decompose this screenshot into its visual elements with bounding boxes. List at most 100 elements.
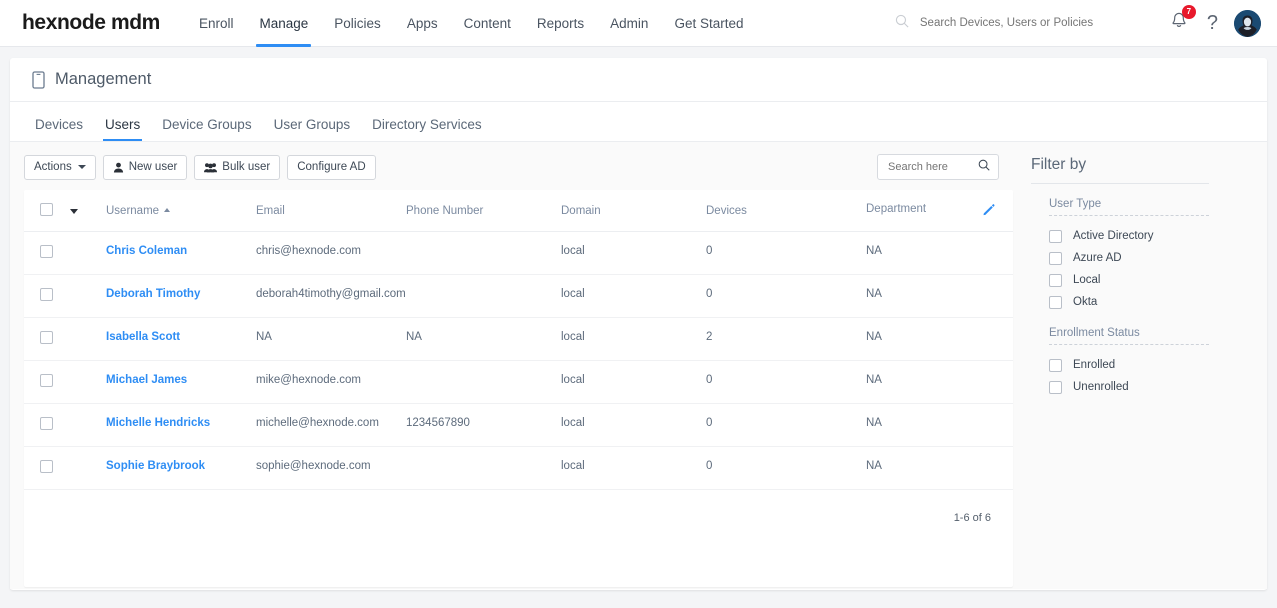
table-row[interactable]: Michael Jamesmike@hexnode.comlocal0NA <box>24 361 1013 404</box>
main-nav: EnrollManagePoliciesAppsContentReportsAd… <box>186 0 757 47</box>
filter-checkbox[interactable] <box>1049 230 1062 243</box>
devices-text: 0 <box>706 288 712 300</box>
table-search-input[interactable] <box>886 160 978 174</box>
table-row[interactable]: Isabella ScottNANAlocal2NA <box>24 318 1013 361</box>
row-checkbox[interactable] <box>40 288 53 301</box>
new-user-button-label: New user <box>129 161 178 173</box>
filter-checkbox[interactable] <box>1049 252 1062 265</box>
row-checkbox[interactable] <box>40 245 53 258</box>
filter-option-unenrolled[interactable]: Unenrolled <box>1031 376 1267 398</box>
filter-option-active-directory[interactable]: Active Directory <box>1031 225 1267 247</box>
column-header-domain[interactable]: Domain <box>561 190 706 232</box>
filter-option-azure-ad[interactable]: Azure AD <box>1031 247 1267 269</box>
nav-item-content[interactable]: Content <box>451 0 524 47</box>
configure-ad-button[interactable]: Configure AD <box>287 155 375 180</box>
table-row[interactable]: Deborah Timothydeborah4timothy@gmail.com… <box>24 275 1013 318</box>
nav-item-enroll[interactable]: Enroll <box>186 0 247 47</box>
username-text[interactable]: Sophie Braybrook <box>106 460 205 472</box>
column-label: Domain <box>561 205 601 217</box>
filter-group-label: User Type <box>1031 198 1267 210</box>
nav-item-policies[interactable]: Policies <box>321 0 394 47</box>
username-text[interactable]: Michelle Hendricks <box>106 417 210 429</box>
users-table: Username Email Phone Number Domain <box>24 190 1013 490</box>
brand-logo[interactable]: hexnode mdm <box>22 11 160 35</box>
avatar[interactable] <box>1234 10 1261 37</box>
filter-panel: Filter by User TypeActive DirectoryAzure… <box>1013 142 1267 589</box>
row-select-cell <box>24 361 70 404</box>
cell-username[interactable]: Michelle Hendricks <box>106 404 256 447</box>
filter-checkbox[interactable] <box>1049 359 1062 372</box>
column-header-phone[interactable]: Phone Number <box>406 190 561 232</box>
row-checkbox[interactable] <box>40 460 53 473</box>
cell-username[interactable]: Michael James <box>106 361 256 404</box>
filter-option-enrolled[interactable]: Enrolled <box>1031 354 1267 376</box>
column-header-devices[interactable]: Devices <box>706 190 866 232</box>
row-select-cell <box>24 232 70 275</box>
pencil-edit-icon[interactable] <box>982 203 995 219</box>
cell-phone <box>406 232 561 275</box>
bulk-user-button[interactable]: Bulk user <box>194 155 280 180</box>
chevron-down-icon[interactable] <box>70 209 78 214</box>
tab-directory-services[interactable]: Directory Services <box>361 117 493 141</box>
department-text: NA <box>866 245 882 257</box>
column-label: Phone Number <box>406 205 483 217</box>
username-text[interactable]: Chris Coleman <box>106 245 187 257</box>
users-table-head: Username Email Phone Number Domain <box>24 190 1013 232</box>
username-text[interactable]: Michael James <box>106 374 187 386</box>
nav-item-reports[interactable]: Reports <box>524 0 597 47</box>
cell-department: NA <box>866 361 1013 404</box>
global-search-input[interactable] <box>918 16 1125 30</box>
table-header-row: Username Email Phone Number Domain <box>24 190 1013 232</box>
search-icon[interactable] <box>978 158 990 176</box>
table-toolbar: Actions New user Bulk user Confi <box>24 154 1013 180</box>
filter-checkbox[interactable] <box>1049 274 1062 287</box>
tab-user-groups[interactable]: User Groups <box>263 117 362 141</box>
cell-username[interactable]: Chris Coleman <box>106 232 256 275</box>
notifications-button[interactable]: 7 <box>1169 11 1189 36</box>
column-header-email[interactable]: Email <box>256 190 406 232</box>
table-search[interactable] <box>877 154 999 180</box>
help-icon[interactable]: ? <box>1207 13 1218 33</box>
table-row[interactable]: Chris Colemanchris@hexnode.comlocal0NA <box>24 232 1013 275</box>
cell-domain: local <box>561 404 706 447</box>
filter-option-local[interactable]: Local <box>1031 269 1267 291</box>
new-user-button[interactable]: New user <box>103 155 188 180</box>
nav-item-admin[interactable]: Admin <box>597 0 661 47</box>
table-row[interactable]: Michelle Hendricksmichelle@hexnode.com12… <box>24 404 1013 447</box>
row-checkbox[interactable] <box>40 374 53 387</box>
global-search[interactable] <box>895 14 1125 33</box>
select-all-checkbox[interactable] <box>40 203 53 216</box>
filter-checkbox[interactable] <box>1049 381 1062 394</box>
column-label: Username <box>106 205 159 217</box>
cell-username[interactable]: Sophie Braybrook <box>106 447 256 490</box>
filter-checkbox[interactable] <box>1049 296 1062 309</box>
nav-item-manage[interactable]: Manage <box>246 0 321 47</box>
tab-users[interactable]: Users <box>94 117 151 141</box>
select-all-header <box>24 190 70 232</box>
cell-username[interactable]: Deborah Timothy <box>106 275 256 318</box>
actions-button[interactable]: Actions <box>24 155 96 180</box>
cell-department: NA <box>866 447 1013 490</box>
username-text[interactable]: Deborah Timothy <box>106 288 200 300</box>
table-row[interactable]: Sophie Braybrooksophie@hexnode.comlocal0… <box>24 447 1013 490</box>
cell-username[interactable]: Isabella Scott <box>106 318 256 361</box>
username-text[interactable]: Isabella Scott <box>106 331 180 343</box>
filter-option-okta[interactable]: Okta <box>1031 291 1267 313</box>
tab-device-groups[interactable]: Device Groups <box>151 117 262 141</box>
tab-devices[interactable]: Devices <box>24 117 94 141</box>
search-icon <box>895 14 909 33</box>
filter-option-label: Active Directory <box>1073 230 1154 242</box>
cell-email: sophie@hexnode.com <box>256 447 406 490</box>
dashed-divider <box>1049 215 1209 216</box>
department-text: NA <box>866 288 882 300</box>
nav-item-apps[interactable]: Apps <box>394 0 451 47</box>
column-header-department[interactable]: Department <box>866 190 1013 232</box>
sort-ascending-icon <box>164 208 170 212</box>
devices-text: 0 <box>706 417 712 429</box>
filter-group-gap <box>1031 313 1267 327</box>
row-checkbox[interactable] <box>40 331 53 344</box>
column-header-username[interactable]: Username <box>106 190 256 232</box>
row-checkbox[interactable] <box>40 417 53 430</box>
nav-item-get-started[interactable]: Get Started <box>661 0 756 47</box>
cell-domain: local <box>561 361 706 404</box>
